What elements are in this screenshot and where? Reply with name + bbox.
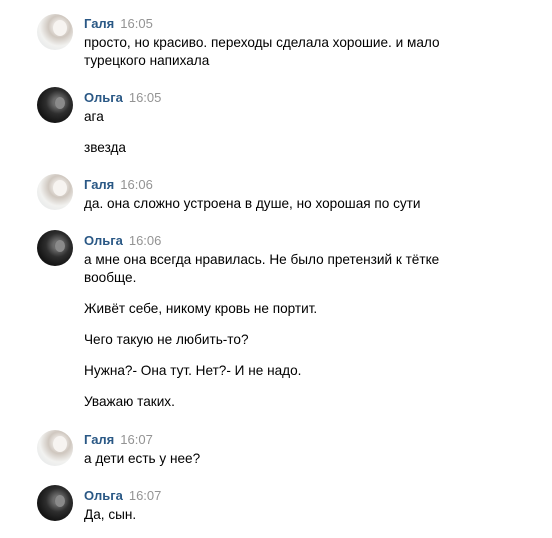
message-time[interactable]: 16:05 (120, 16, 153, 31)
user-avatar-galya[interactable] (37, 174, 73, 210)
user-avatar-olga[interactable] (37, 485, 73, 521)
author-name[interactable]: Ольга (84, 233, 123, 248)
avatar-highlight (53, 20, 67, 36)
avatar-highlight (55, 97, 65, 109)
author-name[interactable]: Галя (84, 432, 114, 447)
message-meta: Ольга 16:05 (84, 90, 161, 106)
message-text: а дети есть у нее? (84, 451, 201, 466)
message-text: Уважаю таких. (84, 394, 175, 409)
message-text: просто, но красиво. переходы сделала хор… (84, 35, 440, 50)
message-text: звезда (84, 140, 126, 155)
author-name[interactable]: Ольга (84, 488, 123, 503)
message-time[interactable]: 16:07 (129, 488, 162, 503)
message-text: а мне она всегда нравилась. Не было прет… (84, 252, 440, 267)
avatar-highlight (55, 495, 65, 507)
user-avatar-olga[interactable] (37, 87, 73, 123)
message-text: да. она сложно устроена в душе, но хорош… (84, 196, 421, 211)
message-text: Живёт себе, никому кровь не портит. (84, 301, 318, 316)
message-text: Да, сын. (84, 507, 137, 522)
message-time[interactable]: 16:06 (120, 177, 153, 192)
message-text: Нужна?- Она тут. Нет?- И не надо. (84, 363, 302, 378)
message-text: Чего такую не любить-то? (84, 332, 249, 347)
message-text: ага (84, 109, 104, 124)
author-name[interactable]: Ольга (84, 90, 123, 105)
avatar-highlight (53, 436, 67, 452)
author-name[interactable]: Галя (84, 16, 114, 31)
user-avatar-galya[interactable] (37, 430, 73, 466)
message-meta: Ольга 16:07 (84, 488, 161, 504)
avatar-highlight (53, 180, 67, 196)
message-time[interactable]: 16:06 (129, 233, 162, 248)
message-text: турецкого напихала (84, 53, 210, 68)
author-name[interactable]: Галя (84, 177, 114, 192)
message-meta: Галя 16:07 (84, 432, 153, 448)
message-text: вообще. (84, 270, 137, 285)
avatar-highlight (55, 240, 65, 252)
message-meta: Галя 16:06 (84, 177, 153, 193)
message-time[interactable]: 16:05 (129, 90, 162, 105)
message-meta: Галя 16:05 (84, 16, 153, 32)
message-time[interactable]: 16:07 (120, 432, 153, 447)
message-meta: Ольга 16:06 (84, 233, 161, 249)
user-avatar-galya[interactable] (37, 14, 73, 50)
user-avatar-olga[interactable] (37, 230, 73, 266)
